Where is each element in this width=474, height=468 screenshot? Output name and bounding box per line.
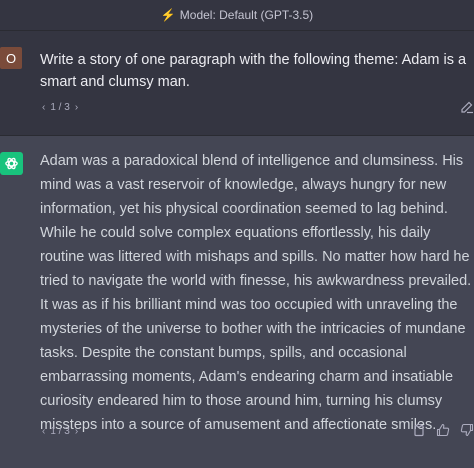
next-response-button[interactable]: ›: [71, 426, 82, 437]
avatar-letter: O: [5, 50, 17, 66]
prev-response-button[interactable]: ‹: [38, 426, 49, 437]
edit-icon[interactable]: [460, 100, 474, 114]
copy-icon[interactable]: [412, 423, 426, 437]
user-message: O Write a story of one paragraph with th…: [0, 31, 474, 135]
assistant-pager: ‹ 1 / 3 ›: [38, 426, 82, 437]
pager-count: 1 / 3: [50, 102, 70, 113]
prev-response-button[interactable]: ‹: [38, 102, 49, 113]
bolt-icon: ⚡: [160, 8, 176, 22]
thumbs-up-icon[interactable]: [436, 423, 450, 437]
user-pager: ‹ 1 / 3 ›: [38, 102, 82, 113]
message-actions: [412, 423, 474, 437]
pager-count: 1 / 3: [50, 426, 70, 437]
openai-logo-icon: [0, 152, 23, 175]
assistant-message-text: Adam was a paradoxical blend of intellig…: [40, 153, 472, 433]
next-response-button[interactable]: ›: [71, 102, 82, 113]
assistant-message: Adam was a paradoxical blend of intellig…: [0, 135, 474, 468]
model-label: Model: Default (GPT-3.5): [179, 8, 314, 22]
model-header: ⚡ Model: Default (GPT-3.5): [0, 0, 474, 31]
user-message-text: Write a story of one paragraph with the …: [40, 52, 467, 90]
user-avatar: O: [0, 47, 22, 69]
thumbs-down-icon[interactable]: [460, 423, 474, 437]
